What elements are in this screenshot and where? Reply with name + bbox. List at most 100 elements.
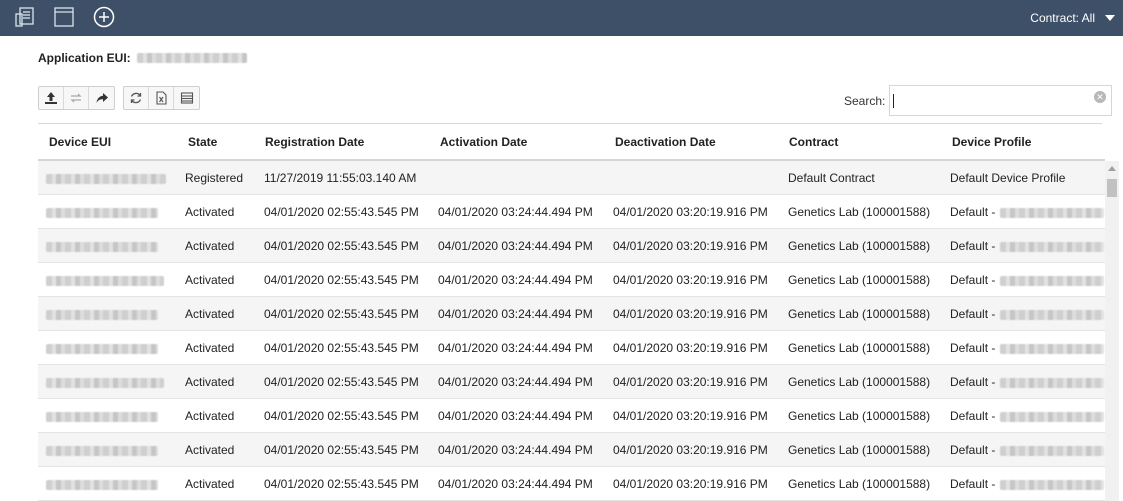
cell-registration-date: 04/01/2020 02:55:43.545 PM (264, 205, 419, 219)
cell-activation-date: 04/01/2020 03:24:44.494 PM (438, 409, 593, 423)
device-profile-redacted (1000, 480, 1104, 490)
cell-registration-date: 04/01/2020 02:55:43.545 PM (264, 443, 419, 457)
search-label: Search: (844, 94, 886, 108)
cell-state: Activated (185, 307, 235, 321)
table-row[interactable]: Activated 04/01/2020 02:55:43.545 PM 04/… (38, 263, 1105, 297)
contract-filter-dropdown[interactable]: Contract: All (1030, 0, 1115, 36)
refresh-icon[interactable] (124, 87, 149, 109)
cell-state: Activated (185, 443, 235, 457)
cell-contract: Genetics Lab (100001588) (788, 341, 931, 355)
toolbar-group-view (123, 86, 200, 110)
excel-export-icon[interactable] (149, 87, 174, 109)
cell-contract: Default Contract (788, 171, 875, 185)
device-eui-redacted (46, 208, 158, 218)
table-row[interactable]: Activated 04/01/2020 02:55:43.545 PM 04/… (38, 297, 1105, 331)
cell-device-profile: Default - (950, 205, 996, 219)
device-profile-redacted (1000, 344, 1104, 354)
add-circle-icon[interactable] (92, 5, 116, 29)
clear-icon[interactable]: ✕ (1094, 91, 1106, 103)
device-list-icon[interactable] (13, 5, 37, 29)
cell-contract: Genetics Lab (100001588) (788, 307, 931, 321)
device-profile-redacted (1000, 446, 1104, 456)
table-toolbar (38, 86, 200, 110)
search-field[interactable]: ✕ (889, 85, 1112, 116)
table-vertical-scrollbar[interactable] (1105, 161, 1119, 501)
cell-activation-date: 04/01/2020 03:24:44.494 PM (438, 239, 593, 253)
device-eui-redacted (46, 412, 158, 422)
cell-device-profile: Default - (950, 443, 996, 457)
cell-deactivation-date: 04/01/2020 03:20:19.916 PM (613, 477, 768, 491)
cell-device-profile: Default - (950, 239, 996, 253)
cell-device-profile: Default - (950, 477, 996, 491)
device-profile-redacted (1000, 208, 1104, 218)
column-header-activation-date[interactable]: Activation Date (440, 135, 527, 149)
device-eui-redacted (46, 276, 164, 286)
table-view-icon[interactable] (174, 87, 199, 109)
scrollbar-thumb[interactable] (1107, 179, 1117, 197)
device-profile-redacted (1000, 242, 1104, 252)
cell-device-profile: Default - (950, 307, 996, 321)
application-eui-label: Application EUI: (38, 51, 131, 65)
column-header-device-eui[interactable]: Device EUI (49, 135, 111, 149)
chevron-down-icon (1105, 15, 1115, 21)
cell-contract: Genetics Lab (100001588) (788, 273, 931, 287)
table-row[interactable]: Activated 04/01/2020 02:55:43.545 PM 04/… (38, 229, 1105, 263)
upload-icon[interactable] (39, 87, 64, 109)
column-header-deactivation-date[interactable]: Deactivation Date (615, 135, 716, 149)
cell-deactivation-date: 04/01/2020 03:20:19.916 PM (613, 307, 768, 321)
table-body: Registered 11/27/2019 11:55:03.140 AM De… (38, 161, 1105, 501)
cell-device-profile: Default - (950, 375, 996, 389)
cell-deactivation-date: 04/01/2020 03:20:19.916 PM (613, 239, 768, 253)
cell-state: Activated (185, 409, 235, 423)
table-row[interactable]: Registered 11/27/2019 11:55:03.140 AM De… (38, 161, 1105, 195)
table-row[interactable]: Activated 04/01/2020 02:55:43.545 PM 04/… (38, 195, 1105, 229)
table-row[interactable]: Activated 04/01/2020 02:55:43.545 PM 04/… (38, 467, 1105, 501)
device-profile-redacted (1000, 378, 1104, 388)
column-header-registration-date[interactable]: Registration Date (265, 135, 364, 149)
cell-state: Activated (185, 341, 235, 355)
device-eui-redacted (46, 242, 158, 252)
cell-registration-date: 04/01/2020 02:55:43.545 PM (264, 375, 419, 389)
cell-registration-date: 04/01/2020 02:55:43.545 PM (264, 341, 419, 355)
cell-registration-date: 04/01/2020 02:55:43.545 PM (264, 273, 419, 287)
cell-registration-date: 11/27/2019 11:55:03.140 AM (264, 171, 417, 185)
column-header-device-profile[interactable]: Device Profile (952, 135, 1031, 149)
table-row[interactable]: Activated 04/01/2020 02:55:43.545 PM 04/… (38, 399, 1105, 433)
cell-registration-date: 04/01/2020 02:55:43.545 PM (264, 239, 419, 253)
cell-deactivation-date: 04/01/2020 03:20:19.916 PM (613, 205, 768, 219)
application-eui: Application EUI: (38, 51, 247, 65)
column-header-state[interactable]: State (188, 135, 217, 149)
scroll-up-arrow-icon[interactable] (1108, 166, 1116, 171)
column-header-contract[interactable]: Contract (789, 135, 838, 149)
cell-contract: Genetics Lab (100001588) (788, 409, 931, 423)
device-eui-redacted (46, 446, 158, 456)
search-input[interactable] (890, 86, 1090, 115)
cell-registration-date: 04/01/2020 02:55:43.545 PM (264, 477, 419, 491)
cell-device-profile: Default Device Profile (950, 171, 1066, 185)
cell-device-profile: Default - (950, 341, 996, 355)
cell-activation-date: 04/01/2020 03:24:44.494 PM (438, 443, 593, 457)
cell-deactivation-date: 04/01/2020 03:20:19.916 PM (613, 443, 768, 457)
repeat-icon[interactable] (64, 87, 89, 109)
cell-registration-date: 04/01/2020 02:55:43.545 PM (264, 307, 419, 321)
cell-state: Activated (185, 205, 235, 219)
cell-contract: Genetics Lab (100001588) (788, 443, 931, 457)
cell-activation-date: 04/01/2020 03:24:44.494 PM (438, 273, 593, 287)
table-row[interactable]: Activated 04/01/2020 02:55:43.545 PM 04/… (38, 433, 1105, 467)
cell-activation-date: 04/01/2020 03:24:44.494 PM (438, 307, 593, 321)
cell-state: Registered (185, 171, 244, 185)
cell-activation-date: 04/01/2020 03:24:44.494 PM (438, 341, 593, 355)
cell-activation-date: 04/01/2020 03:24:44.494 PM (438, 205, 593, 219)
cell-contract: Genetics Lab (100001588) (788, 205, 931, 219)
table-row[interactable]: Activated 04/01/2020 02:55:43.545 PM 04/… (38, 331, 1105, 365)
cell-state: Activated (185, 273, 235, 287)
table-header: Device EUI State Registration Date Activ… (38, 124, 1105, 161)
share-icon[interactable] (89, 87, 114, 109)
cell-deactivation-date: 04/01/2020 03:20:19.916 PM (613, 375, 768, 389)
cell-deactivation-date: 04/01/2020 03:20:19.916 PM (613, 273, 768, 287)
table-row[interactable]: Activated 04/01/2020 02:55:43.545 PM 04/… (38, 365, 1105, 399)
window-icon[interactable] (52, 5, 76, 29)
cell-registration-date: 04/01/2020 02:55:43.545 PM (264, 409, 419, 423)
top-bar: Contract: All (0, 0, 1123, 36)
cell-state: Activated (185, 239, 235, 253)
